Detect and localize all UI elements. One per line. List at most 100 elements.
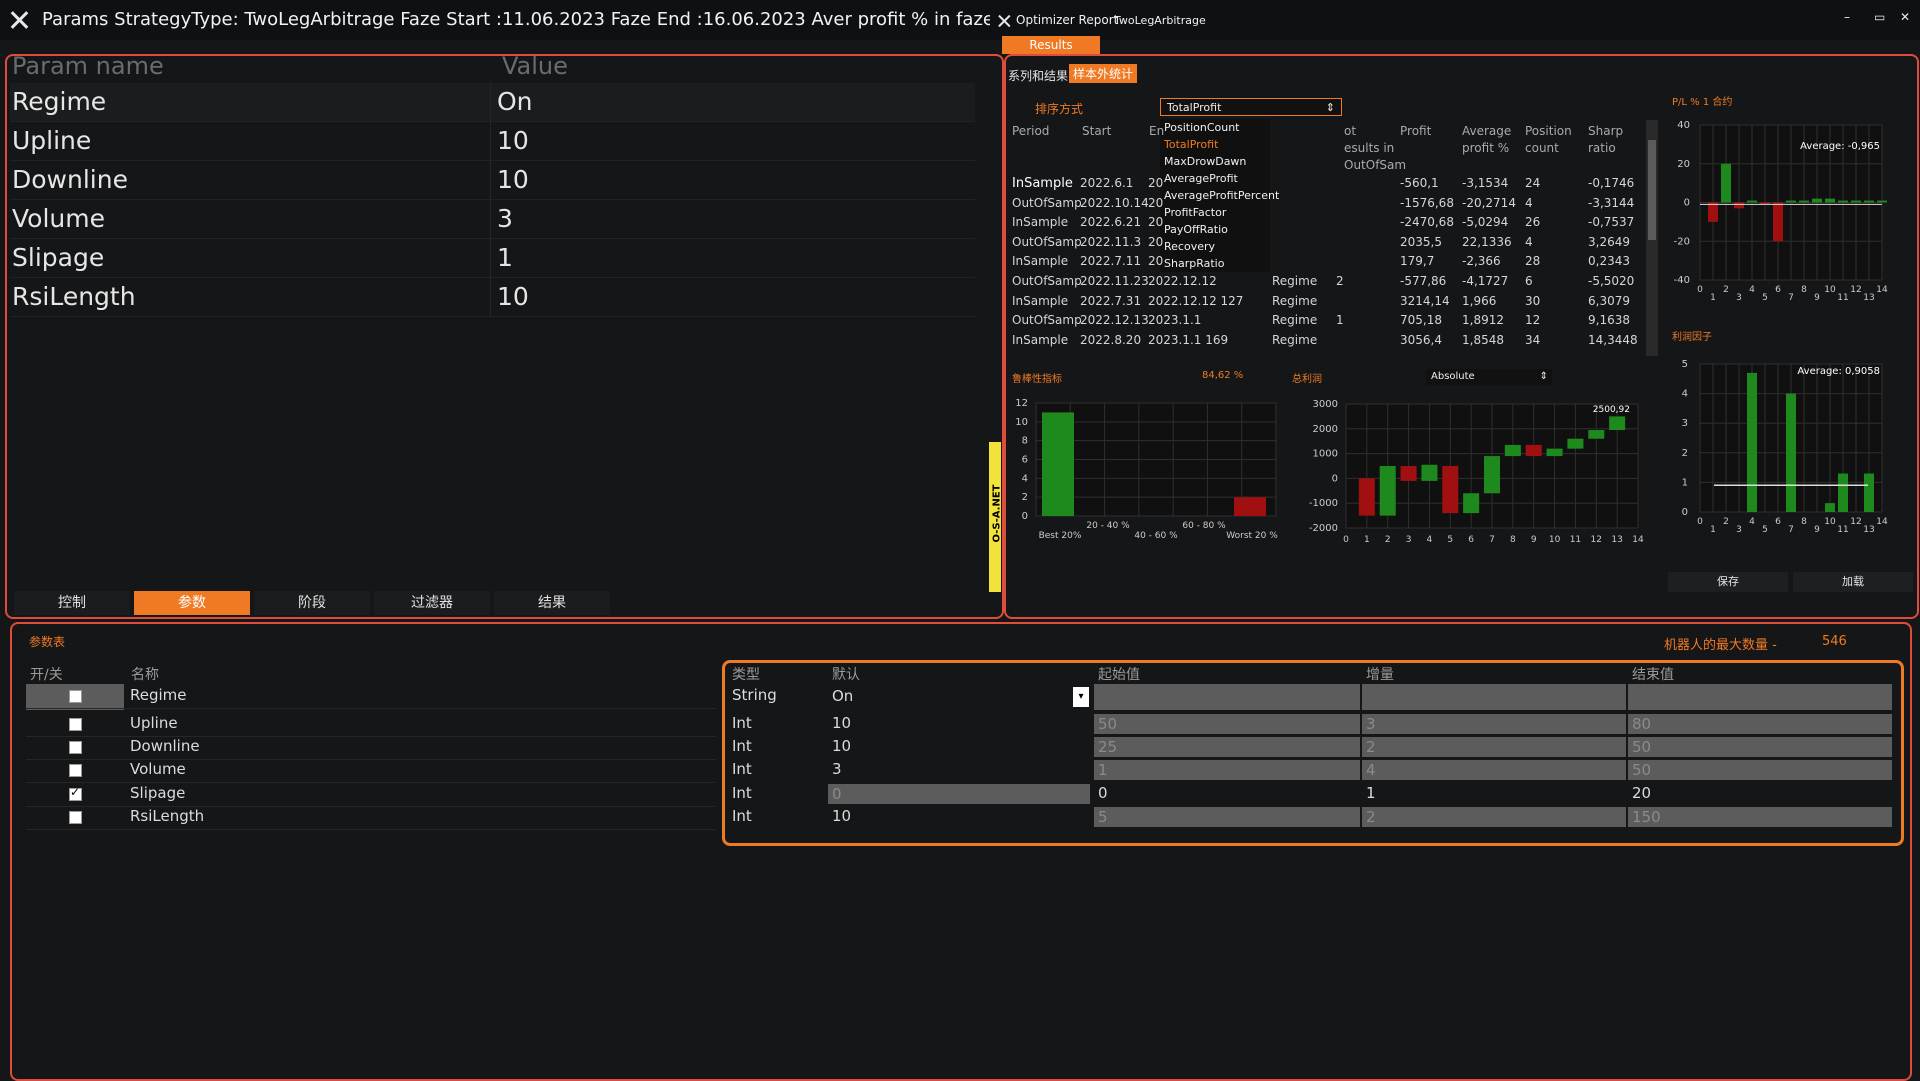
dropdown-arrow-icon[interactable]: ▾ bbox=[1073, 687, 1089, 707]
x-tick-label: 7 bbox=[1788, 525, 1794, 535]
x-tick-label: 14 bbox=[1632, 535, 1644, 545]
y-tick-label: 2000 bbox=[1313, 424, 1338, 435]
param-name: Downline bbox=[130, 737, 200, 756]
end-value-cell[interactable] bbox=[1628, 684, 1892, 710]
enable-checkbox[interactable] bbox=[69, 810, 82, 824]
step-value[interactable]: 1 bbox=[1366, 784, 1376, 802]
row-divider bbox=[26, 708, 716, 709]
candle-bar bbox=[1609, 416, 1626, 431]
start-value-cell[interactable]: 1 bbox=[1094, 760, 1360, 781]
default-value[interactable]: 10 bbox=[832, 737, 851, 755]
param-type: Int bbox=[732, 806, 752, 825]
x-tick-label: 6 bbox=[1775, 285, 1781, 295]
x-tick-label: 3 bbox=[1736, 293, 1742, 303]
y-tick-label: -2000 bbox=[1309, 523, 1338, 534]
x-tick-label: 11 bbox=[1837, 293, 1848, 303]
step-value-cell[interactable]: 3 bbox=[1362, 714, 1626, 734]
param-type: Int bbox=[732, 737, 752, 756]
x-tick-label: 5 bbox=[1762, 525, 1768, 535]
x-tick-label: 20 - 40 % bbox=[1086, 521, 1130, 531]
default-value[interactable]: 10 bbox=[832, 807, 851, 825]
average-label: Average: -0,965 bbox=[1800, 141, 1880, 152]
y-tick-label: 4 bbox=[1682, 389, 1688, 400]
enable-checkbox[interactable] bbox=[69, 741, 82, 755]
x-tick-label: 0 bbox=[1343, 535, 1349, 545]
bar bbox=[1786, 393, 1796, 512]
x-tick-label: 2 bbox=[1723, 517, 1729, 527]
y-tick-label: 40 bbox=[1677, 120, 1690, 131]
param-name: RsiLength bbox=[130, 806, 205, 825]
col-name-header: 名称 bbox=[131, 667, 159, 683]
y-tick-label: 20 bbox=[1677, 159, 1690, 170]
x-tick-label: 4 bbox=[1427, 535, 1433, 545]
end-value-cell[interactable]: 50 bbox=[1628, 737, 1892, 758]
bar bbox=[1721, 163, 1731, 203]
end-value-cell[interactable]: 80 bbox=[1628, 714, 1892, 734]
end-value[interactable]: 20 bbox=[1632, 784, 1651, 802]
bar bbox=[1042, 412, 1074, 516]
bar bbox=[1851, 200, 1861, 203]
candle-bar bbox=[1463, 493, 1480, 514]
start-value-cell[interactable] bbox=[1094, 684, 1360, 710]
col-end-header: 结束值 bbox=[1632, 667, 1674, 683]
x-tick-label: 4 bbox=[1749, 285, 1755, 295]
candle-bar bbox=[1546, 448, 1563, 457]
param-type: Int bbox=[732, 783, 752, 802]
default-value[interactable]: 3 bbox=[832, 760, 842, 778]
x-tick-label: 40 - 60 % bbox=[1134, 531, 1178, 541]
x-tick-label: 9 bbox=[1814, 293, 1820, 303]
end-value-cell[interactable]: 50 bbox=[1628, 760, 1892, 781]
max-bots-label: 机器人的最大数量 - bbox=[1664, 638, 1777, 653]
candle-bar bbox=[1379, 466, 1396, 516]
x-tick-label: 5 bbox=[1447, 535, 1453, 545]
x-tick-label: 10 bbox=[1824, 517, 1836, 527]
col-type-header: 类型 bbox=[732, 667, 760, 683]
step-value-cell[interactable] bbox=[1362, 684, 1626, 710]
end-value-cell[interactable]: 150 bbox=[1628, 806, 1892, 827]
start-value-cell[interactable]: 50 bbox=[1094, 714, 1360, 734]
candle-bar bbox=[1484, 456, 1500, 494]
last-value-label: 2500,92 bbox=[1593, 405, 1630, 415]
bar bbox=[1825, 503, 1835, 512]
candle-bar bbox=[1504, 444, 1521, 457]
col-default-header: 默认 bbox=[832, 667, 860, 683]
x-tick-label: Worst 20 % bbox=[1226, 531, 1278, 541]
save-button[interactable]: 保存 bbox=[1668, 572, 1788, 592]
x-tick-label: 3 bbox=[1736, 525, 1742, 535]
col-onoff-header: 开/关 bbox=[30, 667, 63, 683]
enable-checkbox[interactable] bbox=[69, 690, 82, 703]
x-tick-label: 11 bbox=[1837, 525, 1848, 535]
bar bbox=[1747, 372, 1757, 512]
x-tick-label: 7 bbox=[1788, 293, 1794, 303]
x-tick-label: 14 bbox=[1876, 285, 1888, 295]
enable-checkbox[interactable] bbox=[69, 718, 82, 731]
step-value-cell[interactable]: 2 bbox=[1362, 737, 1626, 758]
start-value-cell[interactable]: 5 bbox=[1094, 806, 1360, 827]
y-tick-label: 3 bbox=[1682, 418, 1688, 429]
x-tick-label: 60 - 80 % bbox=[1182, 521, 1226, 531]
x-tick-label: 6 bbox=[1468, 535, 1474, 545]
bar bbox=[1234, 497, 1266, 516]
default-value[interactable]: On bbox=[832, 687, 853, 705]
x-tick-label: 10 bbox=[1549, 535, 1561, 545]
bar bbox=[1838, 200, 1848, 203]
default-value-cell[interactable]: 0 bbox=[828, 783, 1090, 804]
step-value-cell[interactable]: 2 bbox=[1362, 806, 1626, 827]
step-value-cell[interactable]: 4 bbox=[1362, 760, 1626, 781]
x-tick-label: 1 bbox=[1364, 535, 1370, 545]
start-value[interactable]: 0 bbox=[1098, 784, 1108, 802]
y-tick-label: 5 bbox=[1682, 359, 1688, 370]
enable-checkbox[interactable] bbox=[69, 785, 82, 801]
row-divider bbox=[26, 828, 716, 830]
candle-bar bbox=[1525, 444, 1542, 457]
start-value-cell[interactable]: 25 bbox=[1094, 737, 1360, 758]
x-tick-label: 13 bbox=[1611, 535, 1622, 545]
param-table-title: 参数表 bbox=[29, 635, 66, 649]
enable-checkbox[interactable] bbox=[69, 764, 82, 778]
default-value[interactable]: 10 bbox=[832, 714, 851, 732]
param-name: Upline bbox=[130, 714, 178, 732]
load-button[interactable]: 加载 bbox=[1793, 572, 1913, 592]
bar bbox=[1786, 200, 1796, 203]
y-tick-label: 0 bbox=[1022, 511, 1028, 522]
x-tick-label: 6 bbox=[1775, 517, 1781, 527]
